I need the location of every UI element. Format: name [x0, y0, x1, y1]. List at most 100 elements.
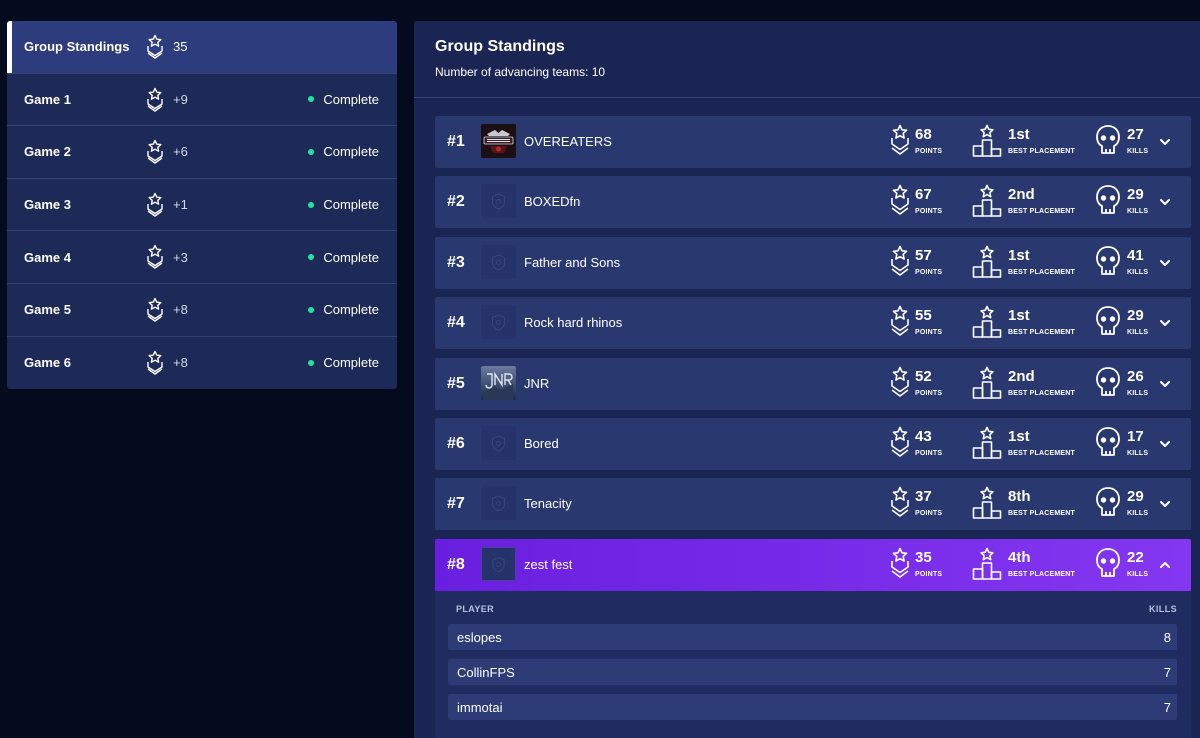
kills-value: 22 [1127, 548, 1144, 566]
placement-caption: BEST PLACEMENT [1008, 389, 1075, 397]
kills-value: 29 [1127, 186, 1144, 204]
status-dot-icon [308, 96, 315, 103]
team-rank: #5 [447, 374, 465, 392]
chevron-down-icon[interactable] [1159, 316, 1171, 328]
team-logo [481, 546, 516, 581]
podium-icon [972, 184, 1002, 218]
podium-icon [972, 124, 1002, 158]
kills-caption: KILLS [1127, 268, 1149, 276]
placement-value: 1st [1008, 246, 1030, 264]
placement-caption: BEST PLACEMENT [1008, 208, 1075, 216]
team-logo [481, 244, 516, 279]
placement-value: 4th [1008, 548, 1031, 566]
placement-value: 8th [1008, 488, 1031, 506]
podium-icon [972, 245, 1002, 279]
player-row[interactable]: immotai 7 [448, 694, 1177, 720]
chevron-down-icon[interactable] [1159, 497, 1171, 509]
placement-caption: BEST PLACEMENT [1008, 329, 1075, 337]
placement-value: 1st [1008, 307, 1030, 325]
chevron-up-icon[interactable] [1159, 558, 1171, 570]
team-name: zest fest [524, 556, 573, 572]
chevron-badge-icon [890, 124, 910, 158]
points-caption: POINTS [915, 450, 943, 457]
kills-value: 41 [1127, 246, 1144, 264]
sidebar-item-points: +9 [173, 91, 188, 107]
team-row[interactable]: #5 JNR 52 POINTS 2nd BEST PLACEMENT 26 KILLS [435, 357, 1191, 410]
sidebar-item-label: Game 4 [24, 249, 71, 265]
points-badge-icon [146, 192, 164, 218]
player-row[interactable]: CollinFPS 7 [448, 659, 1177, 685]
player-name: eslopes [457, 630, 502, 645]
status-text: Complete [323, 197, 379, 213]
team-name: Bored [524, 436, 559, 451]
sidebar-item-game-5[interactable]: Game 5 +8 Complete [7, 284, 397, 337]
sidebar-item-game-4[interactable]: Game 4 +3 Complete [7, 231, 397, 284]
sidebar-item-points: +1 [173, 197, 188, 213]
page-title: Group Standings [435, 38, 565, 55]
status-text: Complete [323, 249, 379, 265]
team-name: BOXEDfn [524, 194, 581, 210]
skull-icon [1095, 184, 1121, 216]
kills-caption: KILLS [1127, 329, 1149, 337]
skull-icon [1095, 547, 1121, 579]
points-value: 52 [915, 367, 932, 385]
sidebar-item-label: Game 1 [24, 91, 71, 107]
chevron-badge-icon [890, 305, 910, 339]
team-row[interactable]: #3 Father and Sons 57 POINTS 1st BEST PLACEME… [435, 236, 1191, 289]
sidebar-item-game-1[interactable]: Game 1 +9 Complete [7, 74, 397, 127]
status-text: Complete [323, 91, 379, 107]
chevron-badge-icon [890, 184, 910, 218]
sidebar-item-game-6[interactable]: Game 6 +8 Complete [7, 337, 397, 390]
points-value: 35 [915, 548, 932, 566]
placement-caption: BEST PLACEMENT [1008, 268, 1075, 276]
chevron-down-icon[interactable] [1159, 377, 1171, 389]
status-dot-icon [308, 148, 315, 155]
podium-icon [972, 547, 1002, 581]
chevron-down-icon[interactable] [1159, 195, 1171, 207]
sidebar-item-points: +8 [173, 302, 188, 318]
podium-icon [972, 426, 1002, 460]
chevron-down-icon[interactable] [1159, 135, 1171, 147]
team-rank: #4 [447, 314, 465, 332]
player-name: CollinFPS [457, 665, 515, 680]
sidebar-item-points: 35 [173, 39, 188, 55]
sidebar: Group Standings 35 Game 1 +9 Complete Game 2 +… [7, 21, 397, 390]
chevron-down-icon[interactable] [1159, 437, 1171, 449]
team-row[interactable]: #7 Tenacity 37 POINTS 8th BEST PLACEMENT 29 KIL… [435, 478, 1191, 531]
sidebar-item-group-standings[interactable]: Group Standings 35 [7, 21, 397, 74]
player-name: immotai [457, 700, 503, 715]
team-logo [481, 305, 516, 340]
sidebar-item-points: +6 [173, 144, 188, 160]
points-badge-icon [146, 87, 164, 113]
points-caption: POINTS [915, 148, 943, 155]
sidebar-item-game-2[interactable]: Game 2 +6 Complete [7, 126, 397, 179]
kills-caption: KILLS [1127, 148, 1149, 155]
sidebar-item-game-3[interactable]: Game 3 +1 Complete [7, 179, 397, 232]
chevron-down-icon[interactable] [1159, 256, 1171, 268]
podium-icon [972, 486, 1002, 520]
status-text: Complete [323, 144, 379, 160]
placement-caption: BEST PLACEMENT [1008, 510, 1075, 518]
points-caption: POINTS [915, 389, 943, 397]
team-row[interactable]: #1 OVEREATERS 68 POINTS 1st BEST PLACEMENT 27 K… [435, 116, 1191, 168]
team-row[interactable]: #8 zest fest 35 POINTS 4th BEST PLACEMENT 22 KI… [435, 538, 1191, 591]
points-caption: POINTS [915, 329, 943, 337]
placement-caption: BEST PLACEMENT [1008, 570, 1075, 578]
skull-icon [1095, 245, 1121, 277]
kills-value: 29 [1127, 488, 1144, 506]
status-badge: Complete [308, 197, 379, 212]
standings-panel: Group Standings Number of advancing team… [414, 21, 1200, 738]
team-rank: #7 [447, 495, 465, 513]
points-caption: POINTS [915, 570, 943, 578]
team-rank: #3 [447, 253, 465, 271]
points-caption: POINTS [915, 208, 943, 216]
team-row[interactable]: #2 BOXEDfn 67 POINTS 2nd BEST PLACEMENT 29 KILL… [435, 176, 1191, 229]
status-badge: Complete [308, 144, 379, 159]
status-badge: Complete [308, 355, 379, 370]
team-row[interactable]: #4 Rock hard rhinos 55 POINTS 1st BEST PLACEM… [435, 297, 1191, 350]
points-value: 67 [915, 186, 932, 204]
player-row[interactable]: eslopes 8 [448, 624, 1177, 650]
team-row[interactable]: #6 Bored 43 POINTS 1st BEST PLACEMENT 17 KILLS [435, 418, 1191, 470]
kills-caption: KILLS [1127, 389, 1149, 397]
kills-caption: KILLS [1127, 208, 1149, 216]
